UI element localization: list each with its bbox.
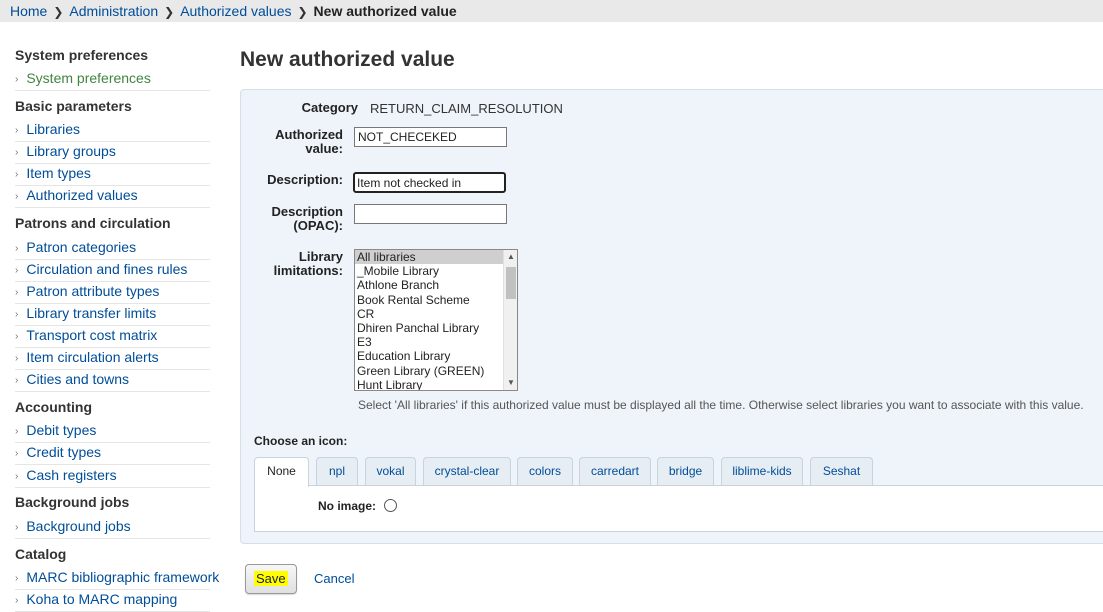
sidebar-item-cash-registers[interactable]: › Cash registers	[15, 466, 210, 488]
sidebar-item-libraries[interactable]: › Libraries	[15, 120, 210, 142]
library-option[interactable]: Athlone Branch	[355, 278, 503, 292]
chevron-right-icon: ›	[15, 125, 19, 136]
select-scrollbar[interactable]: ▲ ▼	[503, 250, 517, 390]
description-input[interactable]	[353, 172, 506, 193]
tab-none[interactable]: None	[254, 457, 309, 487]
no-image-label: No image:	[318, 499, 377, 513]
library-option[interactable]: Dhiren Panchal Library	[355, 321, 503, 335]
sidebar-item-cities-towns[interactable]: › Cities and towns	[15, 370, 210, 392]
cancel-link[interactable]: Cancel	[314, 571, 354, 586]
tab-vokal[interactable]: vokal	[365, 457, 416, 486]
breadcrumb: Home ❯ Administration ❯ Authorized values ❯ Ne…	[0, 0, 1103, 22]
chevron-right-icon: ›	[15, 191, 19, 202]
menu-heading-patrons-circulation: Patrons and circulation	[15, 215, 171, 231]
chevron-right-icon: ›	[15, 448, 19, 459]
menu-heading-system-preferences: System preferences	[15, 47, 149, 63]
category-value: RETURN_CLAIM_RESOLUTION	[370, 101, 563, 116]
tab-colors[interactable]: colors	[517, 457, 573, 486]
scroll-up-icon[interactable]: ▲	[504, 250, 517, 264]
breadcrumb-separator-icon: ❯	[53, 5, 64, 19]
breadcrumb-authorized-values[interactable]: Authorized values	[180, 3, 291, 19]
tab-liblime-kids[interactable]: liblime-kids	[721, 457, 803, 486]
chevron-right-icon: ›	[15, 309, 19, 320]
chevron-right-icon: ›	[15, 375, 19, 386]
menu-heading-basic-parameters: Basic parameters	[15, 98, 132, 114]
chevron-right-icon: ›	[15, 573, 19, 584]
library-option[interactable]: Hunt Library	[355, 378, 503, 390]
page-title: New authorized value	[240, 48, 455, 71]
chevron-right-icon: ›	[15, 243, 19, 254]
library-option[interactable]: Green Library (GREEN)	[355, 364, 503, 378]
chevron-right-icon: ›	[15, 265, 19, 276]
sidebar-item-authorized-values[interactable]: › Authorized values	[15, 186, 210, 208]
sidebar-item-background-jobs[interactable]: › Background jobs	[15, 517, 210, 539]
breadcrumb-current: New authorized value	[313, 3, 457, 19]
chevron-right-icon: ›	[15, 353, 19, 364]
sidebar-item-debit-types[interactable]: › Debit types	[15, 421, 210, 443]
sidebar-item-library-groups[interactable]: › Library groups	[15, 142, 210, 164]
library-option[interactable]: E3	[355, 335, 503, 349]
category-label: Category	[301, 100, 358, 115]
tab-npl[interactable]: npl	[316, 457, 358, 486]
library-limitations-select[interactable]: All libraries _Mobile Library Athlone Br…	[354, 249, 518, 391]
sidebar-item-library-transfer-limits[interactable]: › Library transfer limits	[15, 304, 210, 326]
description-opac-input[interactable]	[354, 204, 507, 224]
scroll-thumb[interactable]	[506, 267, 516, 299]
sidebar-item-item-circulation-alerts[interactable]: › Item circulation alerts	[15, 348, 210, 370]
chevron-right-icon: ›	[15, 147, 19, 158]
library-option[interactable]: _Mobile Library	[355, 264, 503, 278]
library-option[interactable]: CR	[355, 307, 503, 321]
breadcrumb-administration[interactable]: Administration	[69, 3, 158, 19]
chevron-right-icon: ›	[15, 169, 19, 180]
chevron-right-icon: ›	[15, 522, 19, 533]
breadcrumb-home[interactable]: Home	[10, 3, 47, 19]
tab-seshat[interactable]: Seshat	[810, 457, 873, 486]
description-opac-label: Description (OPAC):	[271, 204, 343, 233]
breadcrumb-separator-icon: ❯	[297, 5, 308, 19]
tab-crystal-clear[interactable]: crystal-clear	[423, 457, 511, 486]
menu-heading-catalog: Catalog	[15, 546, 67, 562]
menu-heading-background-jobs: Background jobs	[15, 494, 130, 510]
chevron-right-icon: ›	[15, 426, 19, 437]
library-limitations-label: Library limitations:	[273, 249, 343, 278]
choose-icon-label: Choose an icon:	[254, 434, 348, 448]
chevron-right-icon: ›	[15, 331, 19, 342]
sidebar-item-transport-cost-matrix[interactable]: › Transport cost matrix	[15, 326, 210, 348]
chevron-right-icon: ›	[15, 287, 19, 298]
save-button-label: Save	[254, 571, 288, 586]
scroll-down-icon[interactable]: ▼	[504, 376, 517, 390]
sidebar-item-credit-types[interactable]: › Credit types	[15, 443, 210, 465]
tab-bridge[interactable]: bridge	[657, 457, 714, 486]
sidebar-item-circulation-fines-rules[interactable]: › Circulation and fines rules	[15, 260, 210, 282]
authorized-value-form: Category RETURN_CLAIM_RESOLUTION Authori…	[240, 89, 1103, 544]
library-option[interactable]: Education Library	[355, 349, 503, 363]
chevron-right-icon: ›	[15, 74, 19, 85]
menu-heading-accounting: Accounting	[15, 399, 92, 415]
tab-carredart[interactable]: carredart	[579, 457, 651, 486]
sidebar-item-patron-categories[interactable]: › Patron categories	[15, 238, 210, 260]
sidebar-item-patron-attribute-types[interactable]: › Patron attribute types	[15, 282, 210, 304]
library-option[interactable]: All libraries	[355, 250, 503, 265]
authorized-value-input[interactable]	[354, 127, 507, 147]
authorized-value-label: Authorized value:	[275, 127, 343, 156]
chevron-right-icon: ›	[15, 595, 19, 606]
save-button[interactable]: Save	[245, 564, 297, 594]
breadcrumb-separator-icon: ❯	[164, 5, 175, 19]
icon-tab-panel: No image:	[254, 485, 1103, 532]
chevron-right-icon: ›	[15, 471, 19, 482]
no-image-radio[interactable]	[384, 499, 397, 512]
library-hint: Select 'All libraries' if this authorize…	[358, 398, 1084, 412]
sidebar-item-item-types[interactable]: › Item types	[15, 164, 210, 186]
sidebar-item-marc-framework[interactable]: › MARC bibliographic framework	[15, 568, 219, 590]
sidebar-item-system-preferences[interactable]: › System preferences	[15, 69, 210, 91]
library-option[interactable]: Book Rental Scheme	[355, 293, 503, 307]
description-label: Description:	[267, 172, 343, 187]
